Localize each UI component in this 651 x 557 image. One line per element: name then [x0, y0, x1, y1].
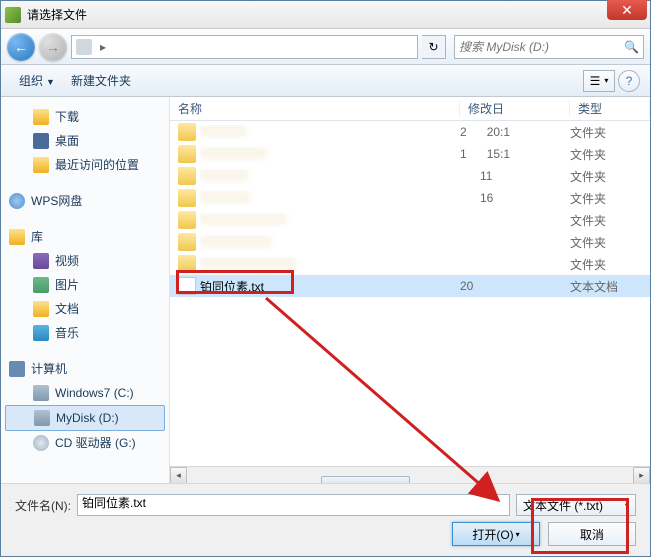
horizontal-scrollbar[interactable]: ◂ ▸: [170, 466, 650, 483]
refresh-button[interactable]: ↻: [422, 35, 446, 59]
column-header: 名称 修改日 类型: [170, 97, 650, 121]
computer-icon: [9, 361, 25, 377]
music-icon: [33, 325, 49, 341]
file-area: 名称 修改日 类型 220:1文件夹115:1文件夹11文件夹16文件夹文件夹文…: [170, 97, 650, 483]
column-name[interactable]: 名称: [170, 100, 460, 117]
documents-icon: [33, 301, 49, 317]
sidebar-item-recent[interactable]: 最近访问的位置: [1, 153, 169, 177]
sidebar-item-computer[interactable]: 计算机: [1, 357, 169, 381]
titlebar: 请选择文件 ✕: [1, 1, 650, 29]
cancel-button[interactable]: 取消: [548, 522, 636, 546]
breadcrumb[interactable]: ▸: [71, 35, 418, 59]
scroll-right-button[interactable]: ▸: [633, 467, 650, 484]
folder-icon: [178, 145, 196, 163]
sidebar-item-cddrive[interactable]: CD 驱动器 (G:): [1, 431, 169, 455]
video-icon: [33, 253, 49, 269]
sidebar-item-music[interactable]: 音乐: [1, 321, 169, 345]
nav-bar: ← → ▸ ↻ 🔍: [1, 29, 650, 65]
folder-icon: [178, 211, 196, 229]
disk-icon: [33, 385, 49, 401]
disk-icon: [34, 410, 50, 426]
file-row[interactable]: 文件夹: [170, 231, 650, 253]
scroll-thumb[interactable]: [321, 476, 410, 483]
cloud-icon: [9, 193, 25, 209]
sidebar: 下载 桌面 最近访问的位置 WPS网盘 库 视频 图片 文档 音乐 计算机 Wi…: [1, 97, 170, 483]
search-input[interactable]: [459, 40, 624, 54]
breadcrumb-separator: ▸: [100, 40, 106, 54]
sidebar-item-mydisk[interactable]: MyDisk (D:): [5, 405, 165, 431]
folder-icon: [178, 167, 196, 185]
file-row[interactable]: 16文件夹: [170, 187, 650, 209]
file-row[interactable]: 11文件夹: [170, 165, 650, 187]
cd-icon: [33, 435, 49, 451]
help-button[interactable]: ?: [618, 70, 640, 92]
column-date[interactable]: 修改日: [460, 100, 570, 117]
pictures-icon: [33, 277, 49, 293]
window-title: 请选择文件: [27, 6, 646, 23]
sidebar-item-documents[interactable]: 文档: [1, 297, 169, 321]
library-icon: [9, 229, 25, 245]
recent-icon: [33, 157, 49, 173]
file-row[interactable]: 文件夹: [170, 253, 650, 275]
sidebar-item-desktop[interactable]: 桌面: [1, 129, 169, 153]
back-button[interactable]: ←: [7, 33, 35, 61]
app-icon: [5, 7, 21, 23]
sidebar-item-downloads[interactable]: 下载: [1, 105, 169, 129]
file-row[interactable]: 文件夹: [170, 209, 650, 231]
file-list: 220:1文件夹115:1文件夹11文件夹16文件夹文件夹文件夹文件夹铂同位素.…: [170, 121, 650, 466]
search-box[interactable]: 🔍: [454, 35, 644, 59]
download-icon: [33, 109, 49, 125]
drive-icon: [76, 39, 92, 55]
newfolder-button[interactable]: 新建文件夹: [63, 68, 139, 93]
sidebar-item-windows7[interactable]: Windows7 (C:): [1, 381, 169, 405]
column-type[interactable]: 类型: [570, 100, 650, 117]
sidebar-item-library[interactable]: 库: [1, 225, 169, 249]
folder-icon: [178, 233, 196, 251]
sidebar-item-video[interactable]: 视频: [1, 249, 169, 273]
search-icon: 🔍: [624, 40, 639, 54]
filter-dropdown[interactable]: 文本文件 (*.txt)▾: [516, 494, 636, 516]
sidebar-item-pictures[interactable]: 图片: [1, 273, 169, 297]
organize-button[interactable]: 组织▼: [11, 68, 63, 93]
file-row[interactable]: 220:1文件夹: [170, 121, 650, 143]
folder-icon: [178, 123, 196, 141]
file-row[interactable]: 115:1文件夹: [170, 143, 650, 165]
scroll-left-button[interactable]: ◂: [170, 467, 187, 484]
file-row-selected[interactable]: 铂同位素.txt20文本文档: [170, 275, 650, 297]
filename-label: 文件名(N):: [15, 497, 71, 514]
filename-input-wrap: [77, 494, 510, 516]
filename-input[interactable]: [82, 495, 505, 509]
footer: 文件名(N): 文本文件 (*.txt)▾ 打开(O)▾ 取消: [1, 483, 650, 556]
view-mode-button[interactable]: ☰▾: [583, 70, 615, 92]
forward-button[interactable]: →: [39, 33, 67, 61]
toolbar: 组织▼ 新建文件夹 ☰▾ ?: [1, 65, 650, 97]
open-button[interactable]: 打开(O)▾: [452, 522, 540, 546]
folder-icon: [178, 255, 196, 273]
sidebar-item-wps[interactable]: WPS网盘: [1, 189, 169, 213]
desktop-icon: [33, 133, 49, 149]
close-button[interactable]: ✕: [607, 0, 647, 20]
txt-icon: [178, 277, 196, 295]
folder-icon: [178, 189, 196, 207]
